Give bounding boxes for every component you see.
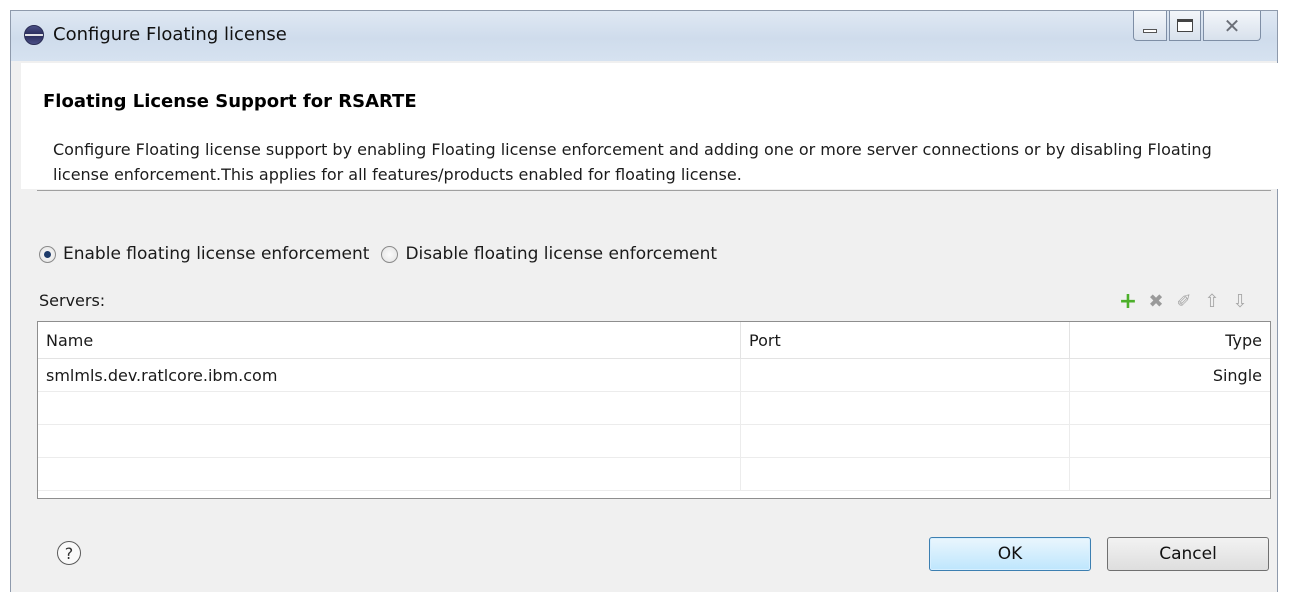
server-type-cell: Single bbox=[1212, 365, 1262, 385]
edit-server-icon[interactable]: ✐ bbox=[1173, 290, 1195, 312]
disable-enforcement-label: Disable floating license enforcement bbox=[405, 244, 718, 264]
server-type-cell bbox=[1070, 392, 1270, 424]
minimize-icon bbox=[1143, 28, 1157, 33]
server-name-cell: smlmls.dev.ratlcore.ibm.com bbox=[38, 359, 741, 391]
move-down-icon[interactable]: ⇩ bbox=[1229, 290, 1251, 312]
close-icon: ✕ bbox=[1223, 13, 1241, 38]
table-row[interactable]: smlmls.dev.ratlcore.ibm.com Single bbox=[38, 359, 1270, 392]
dialog-window: Configure Floating license ✕ Floating Li… bbox=[10, 10, 1283, 592]
column-header-name[interactable]: Name bbox=[38, 322, 741, 358]
title-bar: Configure Floating license ✕ bbox=[11, 11, 1277, 61]
server-port-cell bbox=[741, 425, 1070, 457]
header-separator bbox=[37, 190, 1271, 191]
enforcement-radio-group: Enable floating license enforcement Disa… bbox=[39, 244, 729, 264]
maximize-icon bbox=[1177, 19, 1193, 32]
caption-buttons: ✕ bbox=[1133, 11, 1261, 41]
add-server-icon[interactable]: + bbox=[1117, 289, 1139, 314]
server-port-cell bbox=[741, 359, 1070, 391]
server-port-cell bbox=[741, 392, 1070, 424]
table-row bbox=[38, 392, 1270, 425]
enable-enforcement-option[interactable]: Enable floating license enforcement bbox=[39, 244, 369, 264]
minimize-button[interactable] bbox=[1133, 11, 1167, 41]
move-up-icon[interactable]: ⇧ bbox=[1201, 290, 1223, 312]
table-header: Name Port Type bbox=[38, 322, 1270, 359]
table-row bbox=[38, 425, 1270, 458]
server-type-cell bbox=[1070, 425, 1270, 457]
maximize-button[interactable] bbox=[1169, 11, 1201, 41]
window-title: Configure Floating license bbox=[53, 24, 287, 45]
servers-label: Servers: bbox=[39, 291, 106, 310]
eclipse-icon bbox=[24, 25, 44, 45]
server-name-cell bbox=[38, 458, 741, 490]
disable-enforcement-radio[interactable] bbox=[381, 245, 399, 263]
enable-enforcement-radio[interactable] bbox=[39, 245, 56, 263]
server-name-cell bbox=[38, 392, 741, 424]
banner-title: Floating License Support for RSARTE bbox=[43, 91, 417, 112]
close-button[interactable]: ✕ bbox=[1203, 11, 1261, 41]
servers-table[interactable]: Name Port Type smlmls.dev.ratlcore.ibm.c… bbox=[37, 321, 1271, 499]
column-header-port[interactable]: Port bbox=[741, 322, 1070, 358]
server-port-cell bbox=[741, 458, 1070, 490]
server-type-cell bbox=[1070, 458, 1270, 490]
server-name-cell bbox=[38, 425, 741, 457]
ok-button[interactable]: OK bbox=[929, 537, 1091, 571]
disable-enforcement-option[interactable]: Disable floating license enforcement bbox=[381, 244, 717, 264]
header-banner: Floating License Support for RSARTE Conf… bbox=[21, 63, 1283, 189]
servers-toolbar: + ✖ ✐ ⇧ ⇩ bbox=[1117, 289, 1251, 314]
table-row bbox=[38, 458, 1270, 491]
column-header-type[interactable]: Type bbox=[1070, 322, 1270, 358]
help-icon[interactable]: ? bbox=[57, 541, 81, 565]
remove-server-icon[interactable]: ✖ bbox=[1145, 290, 1167, 312]
cancel-button[interactable]: Cancel bbox=[1107, 537, 1269, 571]
enable-enforcement-label: Enable floating license enforcement bbox=[63, 244, 370, 264]
banner-description: Configure Floating license support by en… bbox=[53, 140, 1212, 184]
